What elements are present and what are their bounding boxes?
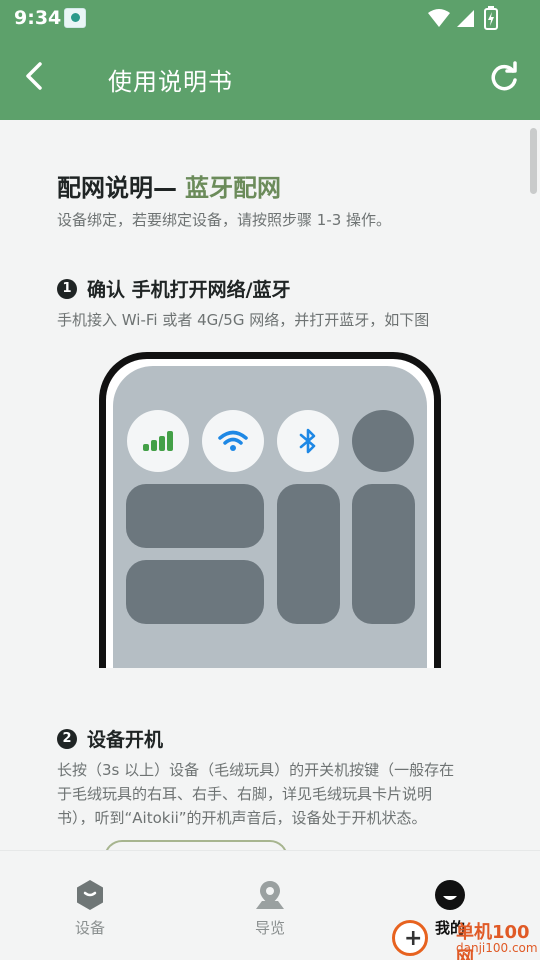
- qs-empty-toggle: [352, 410, 414, 472]
- qs-cellular-toggle: [127, 410, 189, 472]
- control-center-panel: [113, 366, 427, 668]
- content-scrollbar[interactable]: [530, 128, 537, 194]
- phone-illustration: [99, 352, 441, 668]
- notification-app-icon: [64, 8, 86, 28]
- top-bar: 9:34 使用说明书: [0, 0, 540, 120]
- status-time: 9:34: [14, 7, 62, 29]
- battery-charging-icon: [484, 6, 498, 30]
- nav-item-device[interactable]: 设备: [40, 879, 140, 938]
- qs-tile-wide-bottom: [126, 560, 264, 624]
- bluetooth-icon: [299, 428, 316, 454]
- cell-signal-icon: [457, 10, 474, 27]
- section-heading: 配网说明— 蓝牙配网: [57, 168, 281, 203]
- nav-label-guide: 导览: [254, 919, 285, 937]
- step2-title-text: 设备开机: [87, 729, 164, 751]
- wifi-icon: [218, 430, 248, 451]
- qs-slider-brightness: [277, 484, 340, 624]
- section-subtitle: 设备绑定，若要绑定设备，请按照步骤 1-3 操作。: [57, 211, 392, 229]
- refresh-icon[interactable]: [486, 60, 522, 96]
- cellular-signal-icon: [143, 431, 173, 451]
- manual-content[interactable]: 配网说明— 蓝牙配网 设备绑定，若要绑定设备，请按照步骤 1-3 操作。 1 确认…: [0, 120, 540, 850]
- section-heading-text: 配网说明—: [57, 174, 177, 202]
- step2-number-badge: 2: [57, 728, 77, 749]
- watermark-plus-circle-icon: +: [392, 920, 428, 956]
- section-heading-accent: 蓝牙配网: [185, 174, 281, 202]
- map-pin-icon: [256, 881, 284, 909]
- app-bar: 使用说明书: [0, 42, 540, 112]
- qs-slider-volume: [352, 484, 415, 624]
- step2-desc-line2: 于毛绒玩具的右耳、右手、右脚，详见毛绒玩具卡片说明: [57, 785, 433, 803]
- back-arrow-icon[interactable]: [18, 58, 54, 94]
- wifi-status-icon: [428, 9, 450, 27]
- status-bar: 9:34: [0, 0, 540, 38]
- step1-title-text: 确认 手机打开网络/蓝牙: [87, 279, 291, 301]
- page-title: 使用说明书: [108, 68, 233, 96]
- nav-item-guide[interactable]: 导览: [220, 879, 320, 938]
- step1-description: 手机接入 Wi-Fi 或者 4G/5G 网络，并打开蓝牙，如下图: [57, 311, 430, 329]
- smiley-profile-icon: [435, 880, 465, 910]
- qs-wifi-toggle: [202, 410, 264, 472]
- qs-bluetooth-toggle: [277, 410, 339, 472]
- step2-desc-line3: 书），听到“Aitokii”的开机声音后，设备处于开机状态。: [57, 809, 427, 827]
- step2-description: 长按（3s 以上）设备（毛绒玩具）的开关机按键（一般存在 于毛绒玩具的右耳、右手…: [57, 758, 517, 830]
- partial-action-button[interactable]: [104, 840, 288, 850]
- step2-desc-line1: 长按（3s 以上）设备（毛绒玩具）的开关机按键（一般存在: [57, 761, 455, 779]
- watermark-logo: + 单机100网 danji100.com: [392, 910, 540, 960]
- watermark-domain: danji100.com: [456, 941, 538, 955]
- step1-number-badge: 1: [57, 278, 77, 299]
- device-hexagon-icon: [77, 880, 103, 910]
- nav-label-device: 设备: [74, 919, 105, 937]
- step1-title: 1 确认 手机打开网络/蓝牙: [57, 275, 291, 302]
- qs-tile-wide-top: [126, 484, 264, 548]
- step2-title: 2 设备开机: [57, 725, 163, 752]
